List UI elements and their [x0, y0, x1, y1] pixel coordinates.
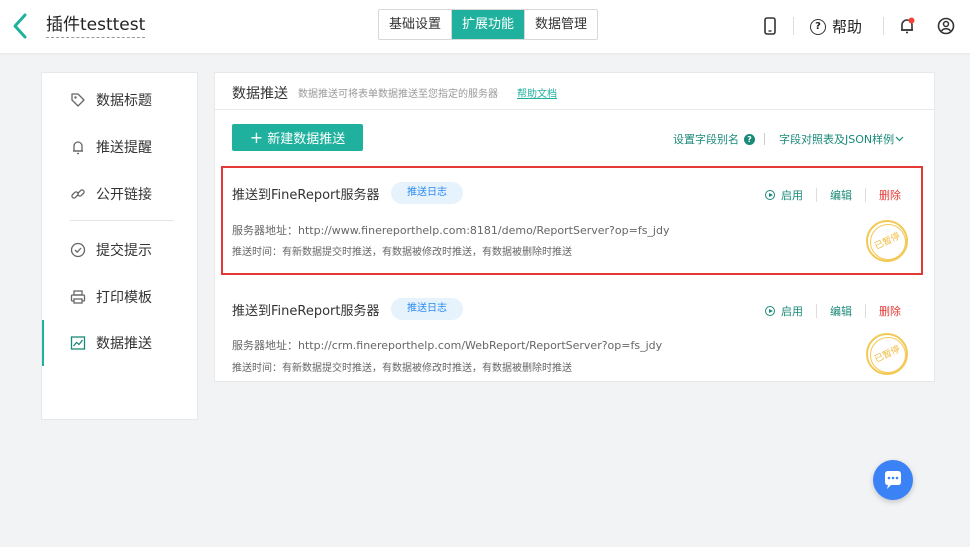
sidebar-item-label: 打印模板: [96, 290, 152, 306]
edit-button[interactable]: 编辑: [830, 303, 852, 319]
sidebar: 数据标题 推送提醒 公开链接 提交提示 打印模板 数据推送: [41, 72, 198, 420]
paused-stamp: 已暂停: [866, 333, 908, 375]
new-data-push-label: 新建数据推送: [267, 132, 346, 147]
app-title[interactable]: 插件testtest: [46, 15, 146, 38]
play-icon: [765, 190, 775, 200]
chevron-down-icon: [895, 136, 904, 142]
sidebar-item-public-link[interactable]: 公开链接: [42, 171, 197, 217]
push-card-title: 推送到FineReport服务器: [232, 304, 380, 319]
help-label: 帮助: [832, 18, 863, 36]
question-icon[interactable]: ?: [744, 133, 755, 145]
tab-extensions[interactable]: 扩展功能: [452, 10, 526, 39]
delete-button[interactable]: 删除: [879, 187, 901, 203]
push-time: 推送时间：有新数据提交时推送，有数据被修改时推送，有数据被删除时推送: [232, 247, 572, 258]
delete-button[interactable]: 删除: [879, 303, 901, 319]
play-icon: [765, 306, 775, 316]
push-log-button[interactable]: 推送日志: [391, 182, 463, 204]
push-card-title: 推送到FineReport服务器: [232, 188, 380, 203]
enable-button[interactable]: 启用: [765, 187, 803, 203]
paused-stamp-label: 已暂停: [873, 231, 902, 253]
edit-button[interactable]: 编辑: [830, 187, 852, 203]
server-address: 服务器地址：http://www.finereporthelp.com:8181…: [232, 224, 670, 237]
header-divider: [793, 17, 794, 35]
help-doc-link[interactable]: 帮助文档: [517, 85, 557, 100]
sidebar-item-label: 推送提醒: [96, 140, 152, 156]
paused-stamp-label: 已暂停: [873, 344, 902, 366]
field-json-sample-link[interactable]: 字段对照表及JSON样例: [779, 131, 904, 147]
enable-label: 启用: [781, 305, 803, 318]
sidebar-item-submit-tip[interactable]: 提交提示: [42, 227, 197, 273]
chat-bubble-icon[interactable]: [873, 460, 913, 500]
check-circle-icon: [70, 242, 86, 258]
push-card-actions: 启用 编辑 删除: [765, 187, 901, 203]
action-divider: [865, 304, 866, 318]
push-card-actions: 启用 编辑 删除: [765, 303, 901, 319]
tag-icon: [70, 92, 86, 108]
sidebar-divider: [70, 220, 174, 221]
header-divider: [883, 17, 884, 35]
help-icon: ?: [810, 18, 826, 35]
enable-label: 启用: [781, 189, 803, 202]
push-time: 推送时间：有新数据提交时推送，有数据被修改时推送，有数据被删除时推送: [232, 363, 572, 374]
panel-title: 数据推送: [232, 86, 288, 102]
sidebar-item-label: 数据推送: [96, 336, 152, 352]
tab-data-management[interactable]: 数据管理: [525, 10, 598, 39]
panel-header: 数据推送 数据推送可将表单数据推送至您指定的服务器 帮助文档: [215, 73, 934, 110]
sidebar-item-print-template[interactable]: 打印模板: [42, 274, 197, 320]
printer-icon: [70, 289, 86, 305]
plus-icon: +: [249, 128, 264, 147]
line-chart-icon: [70, 335, 86, 351]
action-divider: [865, 188, 866, 202]
link-divider: [764, 133, 765, 145]
field-json-sample-label: 字段对照表及JSON样例: [779, 133, 895, 146]
set-field-alias-link[interactable]: 设置字段别名 ?: [673, 131, 755, 147]
sidebar-item-label: 数据标题: [96, 93, 152, 109]
help-button[interactable]: ? 帮助: [810, 16, 862, 37]
top-tabs: 基础设置 扩展功能 数据管理: [378, 9, 599, 40]
mobile-icon[interactable]: [761, 17, 779, 35]
action-divider: [816, 304, 817, 318]
bell-icon[interactable]: [898, 17, 916, 35]
push-card: 推送到FineReport服务器 推送日志 启用 编辑 删除 服务器地址：htt…: [215, 285, 934, 381]
panel-description: 数据推送可将表单数据推送至您指定的服务器: [298, 89, 498, 100]
server-address: 服务器地址：http://crm.finereporthelp.com/WebR…: [232, 339, 663, 352]
action-divider: [816, 188, 817, 202]
tab-basic-settings[interactable]: 基础设置: [379, 10, 453, 39]
link-icon: [70, 186, 86, 202]
push-log-button[interactable]: 推送日志: [391, 298, 463, 320]
sidebar-item-push-reminder[interactable]: 推送提醒: [42, 124, 197, 170]
back-chevron-icon[interactable]: [10, 12, 30, 40]
new-data-push-button[interactable]: + 新建数据推送: [232, 124, 363, 151]
sidebar-item-label: 提交提示: [96, 243, 152, 259]
data-push-panel: 数据推送 数据推送可将表单数据推送至您指定的服务器 帮助文档 + 新建数据推送 设…: [214, 72, 935, 382]
sidebar-item-label: 公开链接: [96, 187, 152, 203]
top-header: 插件testtest 基础设置 扩展功能 数据管理 ? 帮助: [0, 0, 970, 53]
bell-icon: [70, 139, 86, 155]
set-field-alias-label: 设置字段别名: [673, 133, 739, 146]
sidebar-item-data-title[interactable]: 数据标题: [42, 77, 197, 123]
paused-stamp: 已暂停: [866, 220, 908, 262]
enable-button[interactable]: 启用: [765, 303, 803, 319]
user-icon[interactable]: [937, 17, 955, 35]
push-card: 推送到FineReport服务器 推送日志 启用 编辑 删除 服务器地址：htt…: [221, 166, 923, 275]
sidebar-item-data-push[interactable]: 数据推送: [42, 320, 197, 366]
